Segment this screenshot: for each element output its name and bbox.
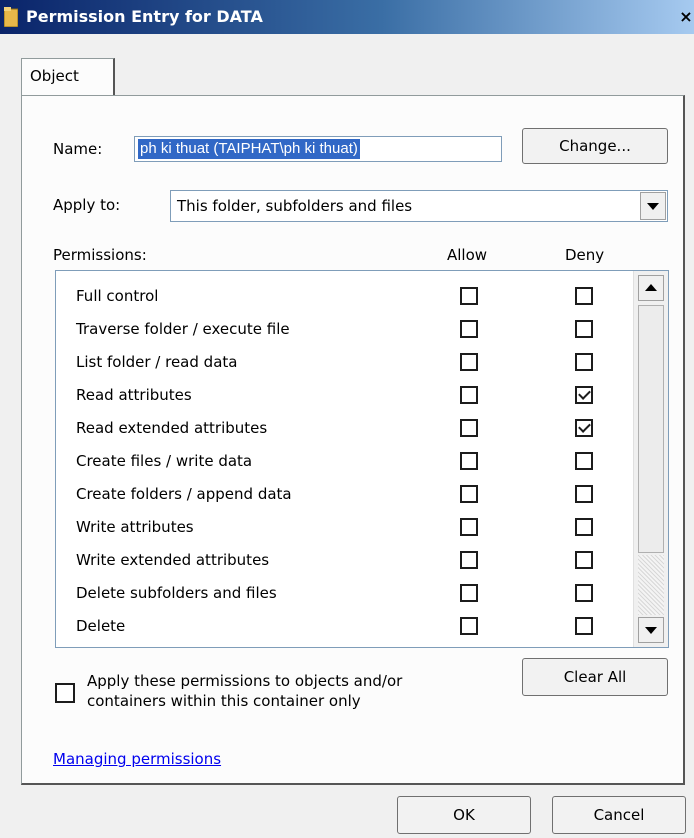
- apply-to-select[interactable]: This folder, subfolders and files: [170, 190, 668, 222]
- name-value: ph ki thuat (TAIPHAT\ph ki thuat): [138, 139, 360, 159]
- deny-checkbox[interactable]: [575, 287, 593, 305]
- permission-name: Delete subfolders and files: [76, 584, 277, 602]
- table-row: Write extended attributes: [56, 545, 634, 578]
- arrow-down-icon: [645, 627, 657, 634]
- ok-button[interactable]: OK: [397, 796, 531, 834]
- cancel-button[interactable]: Cancel: [552, 796, 686, 834]
- allow-checkbox[interactable]: [460, 419, 478, 437]
- permission-name: Read extended attributes: [76, 419, 268, 437]
- apply-only-checkbox[interactable]: [55, 683, 75, 703]
- permission-name: Read attributes: [76, 386, 192, 404]
- dropdown-button[interactable]: [640, 192, 666, 220]
- deny-checkbox[interactable]: [575, 617, 593, 635]
- window-title: Permission Entry for DATA: [26, 7, 263, 26]
- table-row: List folder / read data: [56, 347, 634, 380]
- allow-checkbox[interactable]: [460, 452, 478, 470]
- deny-checkbox[interactable]: [575, 452, 593, 470]
- allow-checkbox[interactable]: [460, 485, 478, 503]
- scroll-down-button[interactable]: [638, 617, 664, 643]
- deny-header: Deny: [565, 246, 605, 264]
- table-row: Delete subfolders and files: [56, 578, 634, 611]
- permission-name: Create files / write data: [76, 452, 253, 470]
- name-label: Name:: [53, 140, 103, 158]
- apply-to-value: This folder, subfolders and files: [177, 197, 413, 215]
- permission-name: Create folders / append data: [76, 485, 292, 503]
- deny-checkbox[interactable]: [575, 353, 593, 371]
- permission-name: Delete: [76, 617, 126, 635]
- allow-checkbox[interactable]: [460, 287, 478, 305]
- scroll-thumb[interactable]: [638, 305, 664, 553]
- allow-checkbox[interactable]: [460, 353, 478, 371]
- deny-checkbox[interactable]: [575, 518, 593, 536]
- permission-name: Write attributes: [76, 518, 194, 536]
- apply-to-label: Apply to:: [53, 196, 121, 214]
- apply-only-line1: Apply these permissions to objects and/o…: [87, 672, 403, 690]
- permissions-header: Permissions:: [53, 246, 147, 264]
- allow-checkbox[interactable]: [460, 320, 478, 338]
- scroll-track[interactable]: [638, 555, 664, 615]
- deny-checkbox[interactable]: [575, 584, 593, 602]
- tab-label: Object: [30, 67, 79, 85]
- permissions-list: Full control Traverse folder / execute fi…: [55, 270, 669, 648]
- close-icon[interactable]: ×: [678, 7, 694, 27]
- deny-checkbox[interactable]: [575, 485, 593, 503]
- deny-checkbox[interactable]: [575, 320, 593, 338]
- allow-checkbox[interactable]: [460, 584, 478, 602]
- table-row: Create folders / append data: [56, 479, 634, 512]
- name-field[interactable]: ph ki thuat (TAIPHAT\ph ki thuat): [134, 136, 502, 162]
- permission-name: Full control: [76, 287, 159, 305]
- chevron-down-icon: [647, 203, 659, 210]
- permission-name: Traverse folder / execute file: [76, 320, 290, 338]
- allow-checkbox[interactable]: [460, 518, 478, 536]
- apply-only-line2: containers within this container only: [87, 692, 361, 710]
- permission-name: Write extended attributes: [76, 551, 270, 569]
- table-row: Delete: [56, 611, 634, 644]
- clear-all-button[interactable]: Clear All: [522, 658, 668, 696]
- tab-object[interactable]: Object: [21, 58, 115, 96]
- permission-name: List folder / read data: [76, 353, 238, 371]
- deny-checkbox[interactable]: [575, 386, 593, 404]
- deny-checkbox[interactable]: [575, 419, 593, 437]
- table-row: Read extended attributes: [56, 413, 634, 446]
- scroll-up-button[interactable]: [638, 275, 664, 301]
- allow-header: Allow: [447, 246, 488, 264]
- table-row: Read attributes: [56, 380, 634, 413]
- table-row: Full control: [56, 281, 634, 314]
- allow-checkbox[interactable]: [460, 551, 478, 569]
- managing-permissions-link[interactable]: Managing permissions: [53, 750, 221, 768]
- title-bar: Permission Entry for DATA ×: [0, 0, 694, 34]
- allow-checkbox[interactable]: [460, 386, 478, 404]
- arrow-up-icon: [645, 284, 657, 291]
- change-button[interactable]: Change...: [522, 128, 668, 164]
- folder-icon: [4, 7, 18, 27]
- table-row: Traverse folder / execute file: [56, 314, 634, 347]
- vertical-scrollbar[interactable]: [633, 271, 668, 647]
- table-row: Create files / write data: [56, 446, 634, 479]
- table-row: Write attributes: [56, 512, 634, 545]
- allow-checkbox[interactable]: [460, 617, 478, 635]
- deny-checkbox[interactable]: [575, 551, 593, 569]
